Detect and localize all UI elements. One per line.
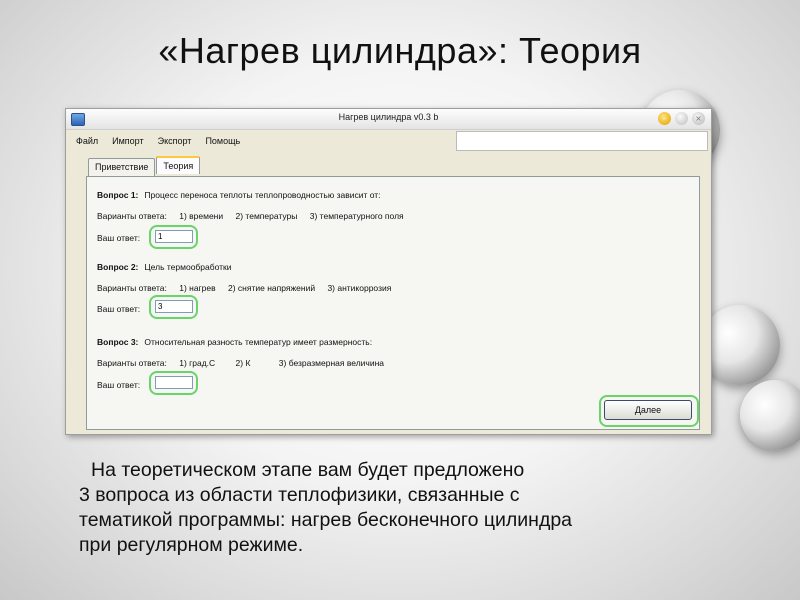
question-text: Цель термообработки <box>144 262 232 272</box>
question-text: Процесс переноса теплоты теплопроводност… <box>144 190 381 200</box>
answer-2-input[interactable]: 3 <box>155 300 193 313</box>
answer-label: Ваш ответ: <box>97 304 141 314</box>
close-button[interactable]: × <box>692 112 705 125</box>
slide-title: «Нагрев цилиндра»: Теория <box>158 30 642 71</box>
question-2: Вопрос 2: Цель термообработки <box>97 262 232 272</box>
maximize-button[interactable] <box>675 112 688 125</box>
blank-field <box>456 131 708 151</box>
decorative-disc <box>700 305 780 385</box>
question-1-options: Варианты ответа: 1) времени 2) температу… <box>97 211 404 221</box>
next-highlight: Далее <box>599 395 699 427</box>
menu-import[interactable]: Импорт <box>112 136 143 146</box>
option: 1) град.С <box>179 358 216 368</box>
answer-label: Ваш ответ: <box>97 380 141 390</box>
answer-highlight: 1 <box>149 225 198 249</box>
minimize-button[interactable]: – <box>658 112 671 125</box>
next-button[interactable]: Далее <box>604 400 692 420</box>
app-window: Нагрев цилиндра v0.3 b – × Файл Импорт Э… <box>65 108 712 435</box>
tab-theory[interactable]: Теория <box>156 156 201 174</box>
answer-3-input[interactable] <box>155 376 193 389</box>
body-line: На теоретическом этапе вам будет предлож… <box>91 459 525 481</box>
theory-panel: Вопрос 1: Процесс переноса теплоты теплоп… <box>86 176 700 430</box>
question-label: Вопрос 2: <box>97 262 139 272</box>
question-text: Относительная разность температур имеет … <box>144 337 373 347</box>
window-title: Нагрев цилиндра v0.3 b <box>338 112 439 122</box>
variants-label: Варианты ответа: <box>97 358 167 368</box>
slide-body: На теоретическом этапе вам будет предлож… <box>79 458 769 558</box>
body-line: при регулярном режиме. <box>79 534 304 556</box>
question-1: Вопрос 1: Процесс переноса теплоты теплоп… <box>97 190 381 200</box>
question-label: Вопрос 1: <box>97 190 139 200</box>
body-line: тематикой программы: нагрев бесконечного… <box>79 509 573 531</box>
body-line: 3 вопроса из области теплофизики, связан… <box>79 484 520 506</box>
question-label: Вопрос 3: <box>97 337 139 347</box>
tab-welcome[interactable]: Приветствие <box>88 158 156 176</box>
menu-file[interactable]: Файл <box>76 136 98 146</box>
option: 2) температуры <box>235 211 298 221</box>
menu-help[interactable]: Помощь <box>205 136 240 146</box>
tab-strip: Приветствие Теория <box>88 156 201 176</box>
variants-label: Варианты ответа: <box>97 211 167 221</box>
option: 2) К <box>235 358 251 368</box>
answer-1-input[interactable]: 1 <box>155 230 193 243</box>
question-3-options: Варианты ответа: 1) град.С 2) К 3) безра… <box>97 358 384 368</box>
decorative-disc <box>740 380 800 450</box>
option: 3) безразмерная величина <box>278 358 385 368</box>
option: 1) времени <box>179 211 224 221</box>
answer-highlight <box>149 371 198 395</box>
answer-highlight: 3 <box>149 295 198 319</box>
question-2-options: Варианты ответа: 1) нагрев 2) снятие нап… <box>97 283 391 293</box>
option: 3) температурного поля <box>309 211 404 221</box>
menu-export[interactable]: Экспорт <box>158 136 192 146</box>
question-3: Вопрос 3: Относительная разность температ… <box>97 337 372 347</box>
answer-label: Ваш ответ: <box>97 233 141 243</box>
window-titlebar[interactable]: Нагрев цилиндра v0.3 b – × <box>66 109 711 130</box>
option: 2) снятие напряжений <box>228 283 316 293</box>
variants-label: Варианты ответа: <box>97 283 167 293</box>
option: 3) антикоррозия <box>327 283 392 293</box>
option: 1) нагрев <box>179 283 216 293</box>
